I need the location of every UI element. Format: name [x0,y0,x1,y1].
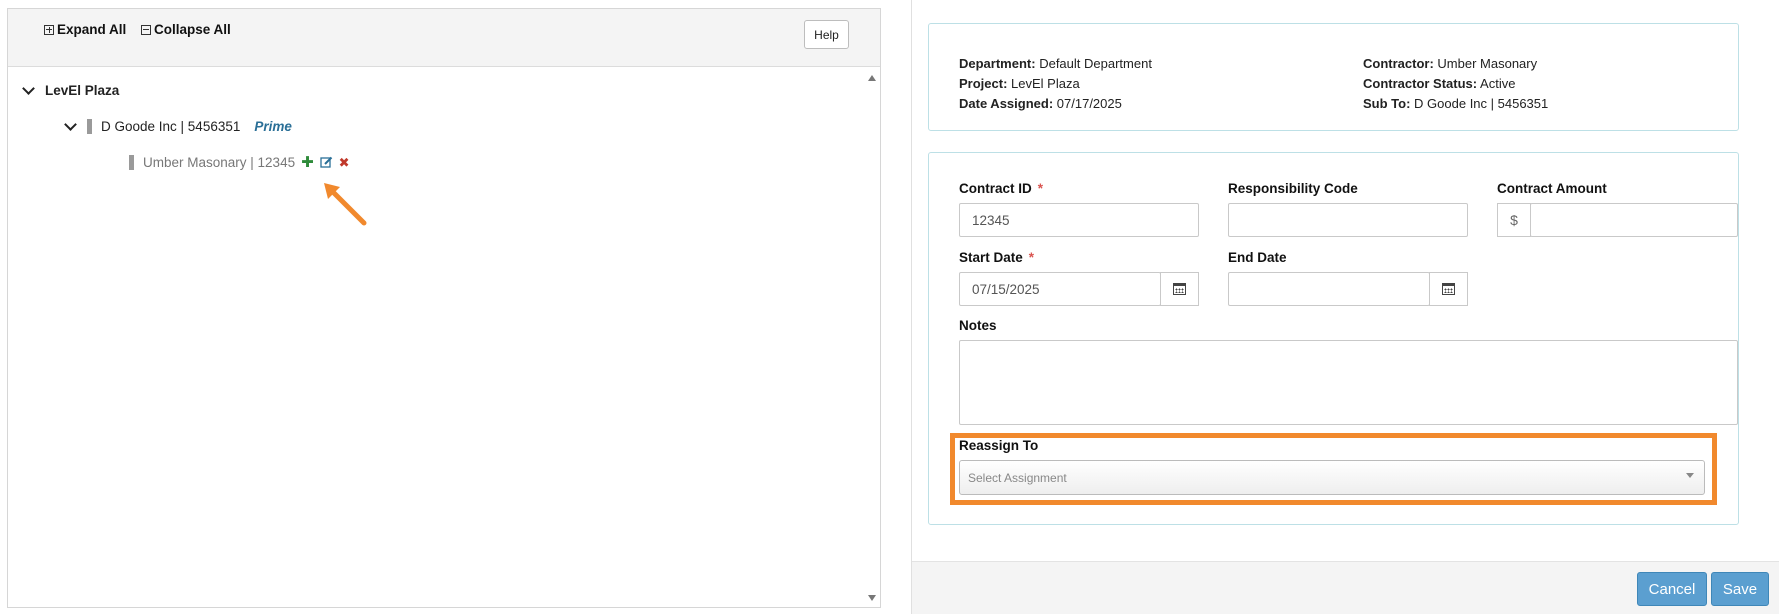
dollar-addon: $ [1497,203,1531,237]
calendar-icon [1173,283,1186,295]
reassign-select-placeholder: Select Assignment [968,470,1067,485]
end-date-calendar-button[interactable] [1429,272,1468,306]
minus-square-icon [141,24,151,35]
cancel-button[interactable]: Cancel [1637,572,1707,606]
collapse-all-button[interactable]: Collapse All [141,22,231,37]
tree-node-label: Umber Masonary | 12345 [143,155,296,170]
tree-body[interactable]: LevEl Plaza D Goode Inc | 5456351 Prime … [8,67,880,607]
collapse-all-label: Collapse All [154,22,231,37]
expand-all-label: Expand All [57,22,127,37]
start-date-input[interactable] [959,272,1161,306]
plus-square-icon [44,24,54,35]
help-button[interactable]: Help [804,20,849,49]
chevron-down-icon [1686,473,1694,478]
info-project: Project: LevEl Plaza [959,76,1080,91]
tree-toolbar: Expand All Collapse All Help [8,9,880,67]
tree-node-prime[interactable]: D Goode Inc | 5456351 Prime [64,117,292,134]
tree-node-label: LevEl Plaza [45,83,120,98]
tree-panel: Expand All Collapse All Help LevEl Plaza… [7,8,881,608]
tree-node-sub[interactable]: Umber Masonary | 12345 ✚ ✖ [129,155,350,170]
info-contractor: Contractor: Umber Masonary [1363,56,1538,71]
node-bar [129,155,134,170]
info-sub-to: Sub To: D Goode Inc | 5456351 [1363,96,1549,111]
contract-form: Contract ID* Responsibility Code Contrac… [928,152,1739,525]
notes-label: Notes [959,318,997,333]
contract-id-label: Contract ID * [959,181,1044,196]
form-panel: Department: Default Department Project: … [911,0,1779,614]
expand-all-button[interactable]: Expand All [44,22,126,37]
node-bar [87,119,92,134]
info-left-column: Department: Default Department Project: … [959,54,1152,114]
calendar-icon [1442,283,1455,295]
info-contractor-status: Contractor Status: Active [1363,76,1516,91]
start-date-calendar-button[interactable] [1160,272,1199,306]
responsibility-code-input[interactable] [1228,203,1468,237]
info-department: Department: Default Department [959,56,1152,71]
reassign-to-label: Reassign To [959,438,1039,453]
annotation-arrow [324,183,367,226]
contract-amount-label: Contract Amount [1497,181,1607,196]
contract-amount-input[interactable] [1530,203,1738,237]
end-date-label: End Date [1228,250,1287,265]
responsibility-code-label: Responsibility Code [1228,181,1358,196]
chevron-down-icon[interactable] [22,81,35,95]
add-icon[interactable]: ✚ [301,155,314,170]
edit-icon[interactable] [320,156,333,169]
contract-id-input[interactable] [959,203,1199,237]
form-footer: Cancel Save [912,561,1779,614]
start-date-label: Start Date * [959,250,1035,265]
scroll-down-arrow[interactable] [868,595,876,601]
prime-tag: Prime [254,119,292,134]
assignment-info: Department: Default Department Project: … [928,23,1739,131]
scroll-up-arrow[interactable] [868,75,876,81]
end-date-input[interactable] [1228,272,1430,306]
info-date-assigned: Date Assigned: 07/17/2025 [959,96,1122,111]
notes-textarea[interactable] [959,340,1738,425]
delete-icon[interactable]: ✖ [339,156,350,169]
info-right-column: Contractor: Umber Masonary Contractor St… [1363,54,1548,114]
chevron-down-icon[interactable] [64,117,77,131]
save-button[interactable]: Save [1711,572,1769,606]
reassign-select[interactable]: Select Assignment [959,460,1705,495]
tree-node-root[interactable]: LevEl Plaza [22,81,120,98]
tree-node-label: D Goode Inc | 5456351 [101,119,241,134]
